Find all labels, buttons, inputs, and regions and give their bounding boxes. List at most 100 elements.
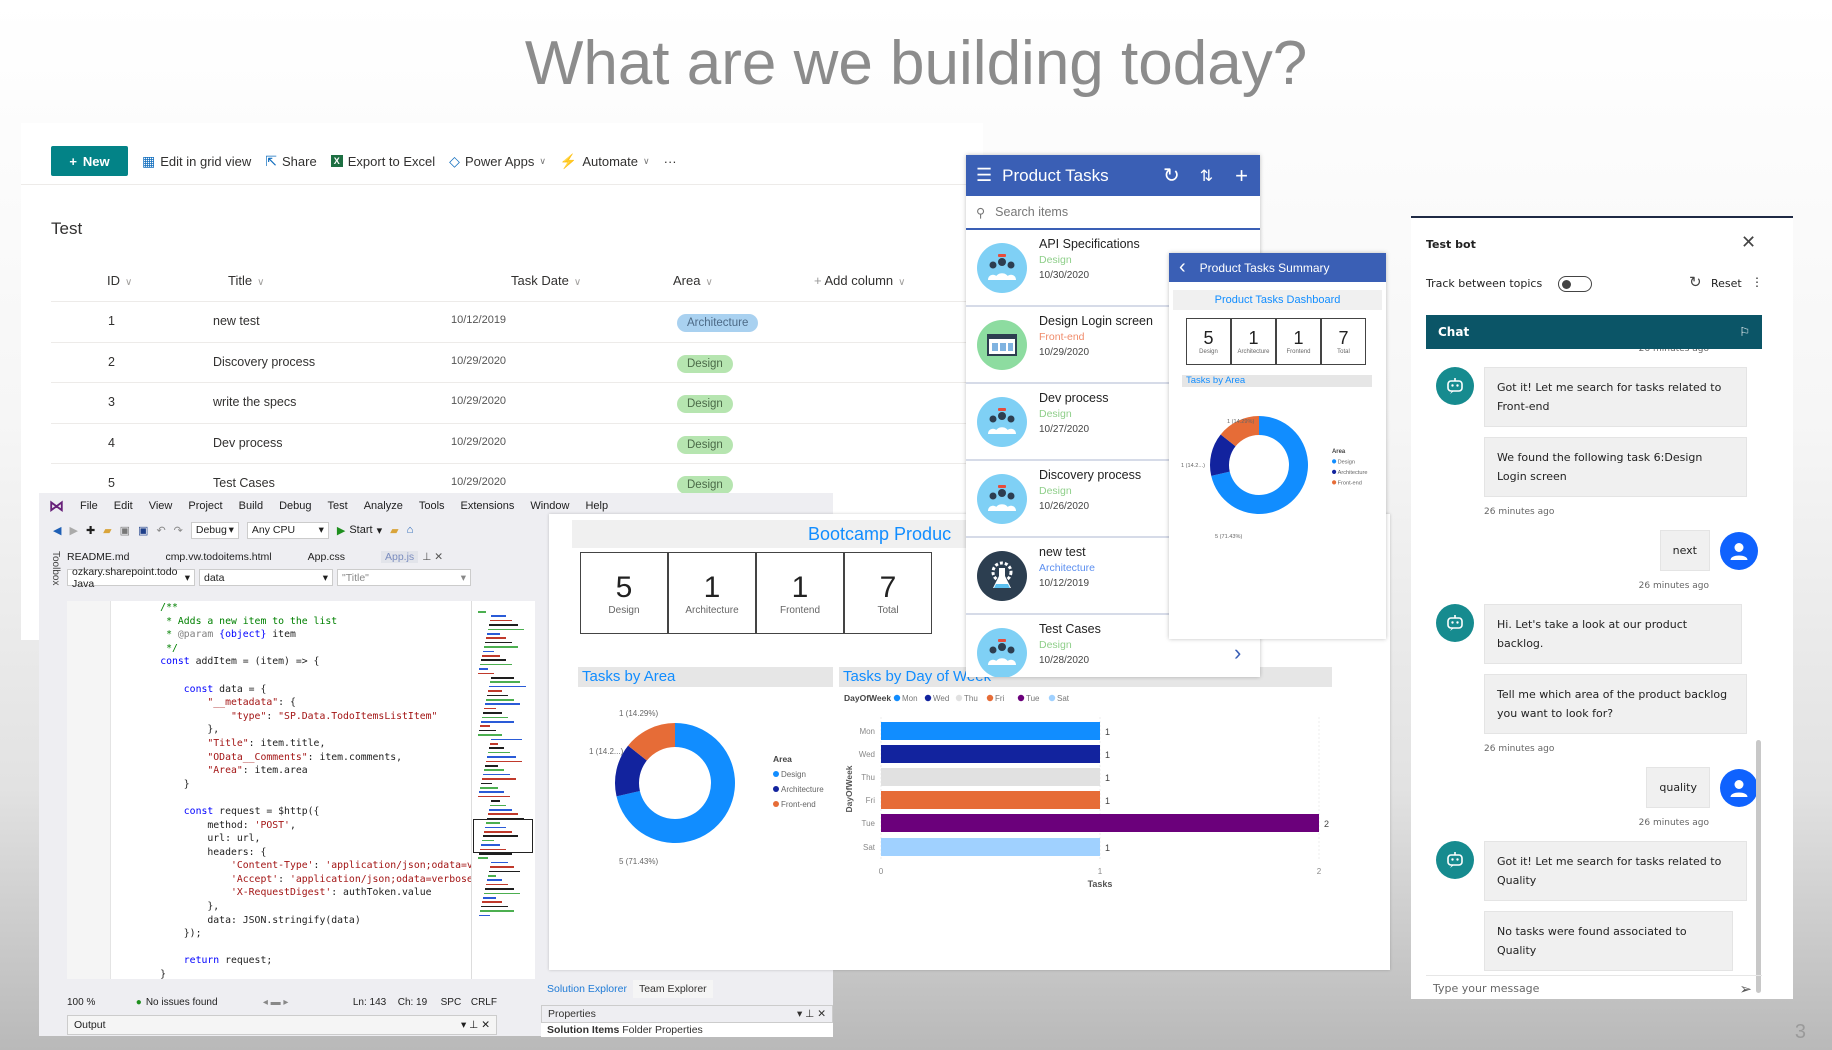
minimap-line: [485, 703, 520, 705]
toolbox-tab[interactable]: Toolbox: [39, 545, 61, 605]
browser-link-icon[interactable]: ⌂: [407, 524, 414, 536]
output-title: Output: [74, 1019, 106, 1031]
tab-readme-md[interactable]: README.md: [67, 551, 129, 563]
tab-cmp-vw-todoitems-html[interactable]: cmp.vw.todoitems.html: [165, 551, 271, 563]
configuration-dropdown[interactable]: Debug ▾: [190, 521, 239, 539]
minimap-line: [481, 721, 514, 723]
minimap-line: [490, 681, 520, 683]
tab-solution-explorer[interactable]: Solution Explorer: [541, 980, 633, 998]
add-icon[interactable]: +: [1235, 163, 1248, 189]
chat-scrollbar[interactable]: [1756, 740, 1761, 993]
tab-app-css[interactable]: App.css: [308, 551, 345, 563]
table-row[interactable]: 2 Discovery process 10/29/2020 Design: [51, 341, 983, 383]
table-row[interactable]: 1 new test 10/12/2019 Architecture: [51, 301, 983, 342]
minimap-line: [487, 694, 508, 697]
back-chevron-icon[interactable]: ‹: [1179, 256, 1186, 279]
menu-item-build[interactable]: Build: [239, 500, 263, 512]
reset-button[interactable]: Reset: [1711, 277, 1742, 290]
automate-button[interactable]: ⚡ Automate ∨: [560, 153, 650, 170]
back-icon[interactable]: ◀: [53, 524, 61, 537]
table-row[interactable]: 3 write the specs 10/29/2020 Design: [51, 382, 983, 423]
forward-icon[interactable]: ▶: [69, 524, 77, 537]
close-icon[interactable]: ✕: [1741, 232, 1756, 253]
refresh-icon[interactable]: ↻: [1163, 163, 1180, 188]
find-icon[interactable]: ▰: [390, 524, 398, 537]
project-dropdown[interactable]: ozkary.sharepoint.todo Java ▾: [67, 566, 195, 590]
flag-icon[interactable]: ⚐: [1739, 325, 1750, 339]
open-icon[interactable]: ▰: [103, 524, 111, 537]
close-tab-icon[interactable]: ⊥ ✕: [422, 551, 443, 563]
more-button[interactable]: ···: [664, 154, 677, 169]
share-button[interactable]: ⇱ Share: [265, 153, 316, 170]
send-icon[interactable]: ➢: [1739, 980, 1752, 998]
panel-controls-icon[interactable]: ▾ ⊥ ✕: [797, 1008, 826, 1020]
tab-team-explorer[interactable]: Team Explorer: [632, 980, 713, 998]
minimap-line: [486, 760, 522, 763]
minimap-line: [491, 677, 514, 679]
cell-id: 3: [108, 395, 115, 410]
panel-controls-icon[interactable]: ▾ ⊥ ✕: [461, 1019, 490, 1031]
bar-wed: [881, 745, 1100, 763]
horizontal-scrollbar[interactable]: ◂ ▬ ▸: [263, 997, 341, 1008]
start-button[interactable]: ▶ Start ▾: [337, 524, 382, 537]
search-placeholder: Search items: [995, 205, 1069, 219]
export-excel-button[interactable]: X Export to Excel: [330, 154, 435, 169]
table-row[interactable]: 4 Dev process 10/29/2020 Design: [51, 422, 983, 464]
new-label: New: [82, 153, 110, 169]
menu-item-analyze[interactable]: Analyze: [364, 500, 403, 512]
zoom-level[interactable]: 100 %: [67, 997, 116, 1008]
dropdown-arrow-icon: ▾: [322, 571, 328, 584]
menu-item-tools[interactable]: Tools: [419, 500, 445, 512]
output-panel: Output ▾ ⊥ ✕: [67, 1015, 497, 1035]
legend-marker: [1017, 694, 1025, 702]
add-column-button[interactable]: + Add column ∨: [814, 273, 905, 288]
menu-item-edit[interactable]: Edit: [114, 500, 133, 512]
more-options-icon[interactable]: ⋮: [1751, 275, 1763, 289]
code-token: data = {: [213, 683, 267, 695]
new-button[interactable]: + New: [51, 146, 128, 176]
minimap-viewport[interactable]: [473, 819, 533, 853]
save-icon[interactable]: ▣: [120, 524, 130, 537]
scope-dropdown[interactable]: data ▾: [199, 569, 333, 586]
chat-header: Chat ⚐: [1426, 315, 1762, 349]
bar-data-label: 1: [1105, 773, 1110, 783]
power-apps-button[interactable]: ◇ Power Apps ∨: [449, 153, 546, 170]
timestamp: 26 minutes ago: [1484, 507, 1555, 517]
search-input[interactable]: ⚲ Search items: [966, 196, 1260, 230]
member-dropdown[interactable]: "Title" ▾: [337, 569, 471, 586]
menu-item-window[interactable]: Window: [530, 500, 569, 512]
undo-icon[interactable]: ↶: [156, 524, 165, 537]
code-token: */: [113, 642, 178, 654]
menu-item-file[interactable]: File: [80, 500, 98, 512]
new-project-icon[interactable]: ✚: [86, 524, 95, 537]
column-header-id[interactable]: ID ∨: [107, 273, 132, 288]
message-input[interactable]: Type your message ➢: [1426, 975, 1762, 1001]
menu-item-test[interactable]: Test: [328, 500, 348, 512]
platform-dropdown[interactable]: Any CPU ▾: [246, 521, 329, 539]
code-editor[interactable]: /** * Adds a new item to the list * @par…: [67, 601, 471, 979]
reset-icon[interactable]: ↻: [1689, 273, 1702, 291]
summary-tasks-by-area-header: Tasks by Area: [1182, 375, 1372, 387]
menu-item-help[interactable]: Help: [585, 500, 608, 512]
menu-item-debug[interactable]: Debug: [279, 500, 311, 512]
column-header-area[interactable]: Area ∨: [673, 273, 713, 288]
chevron-right-icon[interactable]: ›: [1234, 640, 1241, 666]
menu-item-project[interactable]: Project: [188, 500, 222, 512]
code-minimap-scrollbar[interactable]: [471, 601, 535, 979]
track-topics-toggle[interactable]: [1558, 276, 1592, 292]
redo-icon[interactable]: ↷: [174, 524, 183, 537]
column-header-title[interactable]: Title ∨: [228, 273, 264, 288]
kpi-value: 1: [1248, 328, 1259, 348]
menu-item-extensions[interactable]: Extensions: [461, 500, 515, 512]
legend-marker: [1332, 459, 1337, 464]
menu-item-view[interactable]: View: [149, 500, 173, 512]
hamburger-menu-icon[interactable]: ☰: [976, 165, 992, 186]
sort-icon[interactable]: ⇅: [1200, 166, 1213, 186]
code-line: const request = $http({: [113, 805, 471, 819]
save-all-icon[interactable]: ▣: [138, 524, 148, 537]
tab-app-js[interactable]: App.js: [381, 551, 419, 563]
column-header-task-date[interactable]: Task Date ∨: [511, 273, 581, 288]
area-badge: Architecture: [677, 314, 759, 332]
edit-grid-button[interactable]: ▦ Edit in grid view: [142, 153, 251, 170]
